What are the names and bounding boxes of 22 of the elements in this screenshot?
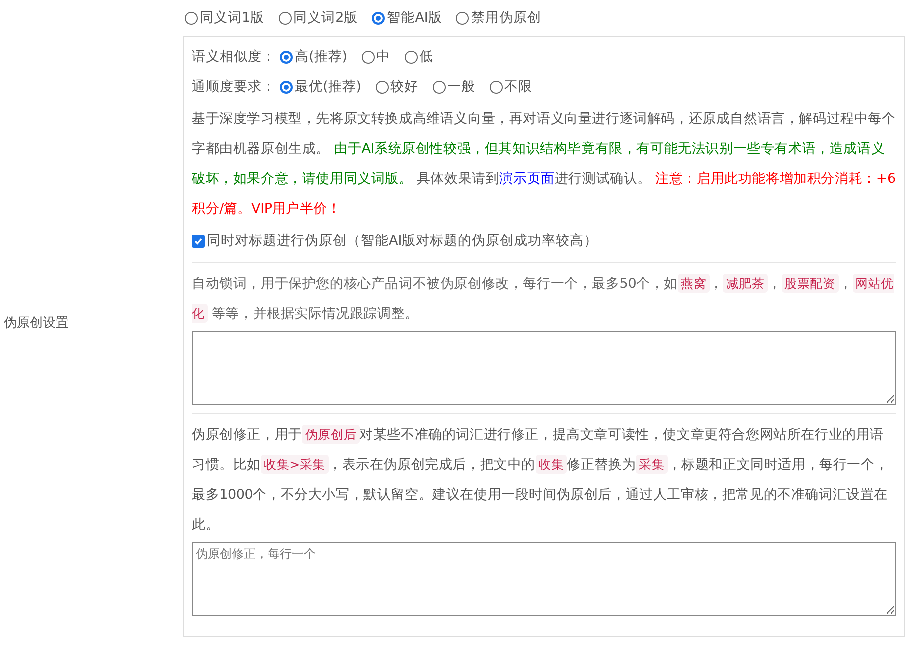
radio-option[interactable]: 禁用伪原创 xyxy=(456,9,542,27)
checkmark-icon xyxy=(193,236,204,246)
fluency-label: 通顺度要求： xyxy=(192,78,276,96)
section-label: 伪原创设置 xyxy=(4,315,69,332)
correction-description: 伪原创修正，用于 伪原创后 对某些不准确的词汇进行修正，提高文章可读性，使文章更符合您网站所在行业的用语习惯。比如 收集>采集 ，表示在伪原创完成后，把文中的 收集 修正替换为 采集 ，标题和正文同时适用，每行一个，最多1000个，不分大小写，默认留空。建议在使用一段时间伪原创后，通过人工审核，把常见的不准确词汇设置在此。 xyxy=(192,424,890,535)
demo-page-link[interactable]: 演示页面 xyxy=(500,171,555,187)
radio-option[interactable]: 中 xyxy=(362,48,391,66)
radio-option[interactable]: 低 xyxy=(404,48,434,66)
radio-option[interactable]: 同义词1版 xyxy=(185,9,265,27)
radio-option[interactable]: 智能AI版 xyxy=(372,9,442,27)
radio-option[interactable]: 不限 xyxy=(490,78,533,96)
radio-option[interactable]: 最优(推荐) xyxy=(280,78,362,96)
ai-description: 基于深度学习模型，先将原文转换成高维语义向量，再对语义向量进行逐词解码，还原成自然语言，解码过程中每个字都由机器原创生成。 由于AI系统原创性较强，但其知识结构毕竟有限，有可能无法识别一些专有术语，造成语义破坏，如果介意，请使用同义词版。 具体效果请到演示页面进行测试确认。 注意：启用此功能将增加积分消耗：+6积分/篇。VIP用户半价！ xyxy=(192,110,896,219)
radio-option[interactable]: 一般 xyxy=(432,78,476,96)
lock-words-description: 自动锁词，用于保护您的核心产品词不被伪原创修改，每行一个，最多50个，如 燕窝 ， 减肥茶 ， 股票配资 ， 网站优化 等等，并根据实际情况跟踪调整。 xyxy=(192,273,896,325)
radio-option[interactable]: 同义词2版 xyxy=(278,9,358,27)
title-checkbox[interactable]: 同时对标题进行伪原创（智能AI版对标题的伪原创成功率较高） xyxy=(192,226,896,256)
radio-option[interactable]: 高(推荐) xyxy=(280,48,348,66)
radio-option[interactable]: 较好 xyxy=(376,78,419,96)
correction-field[interactable]: 伪原创修正，每行一个 xyxy=(192,542,896,616)
similarity-label: 语义相似度： xyxy=(192,48,276,66)
lock-words-field[interactable] xyxy=(192,331,896,405)
